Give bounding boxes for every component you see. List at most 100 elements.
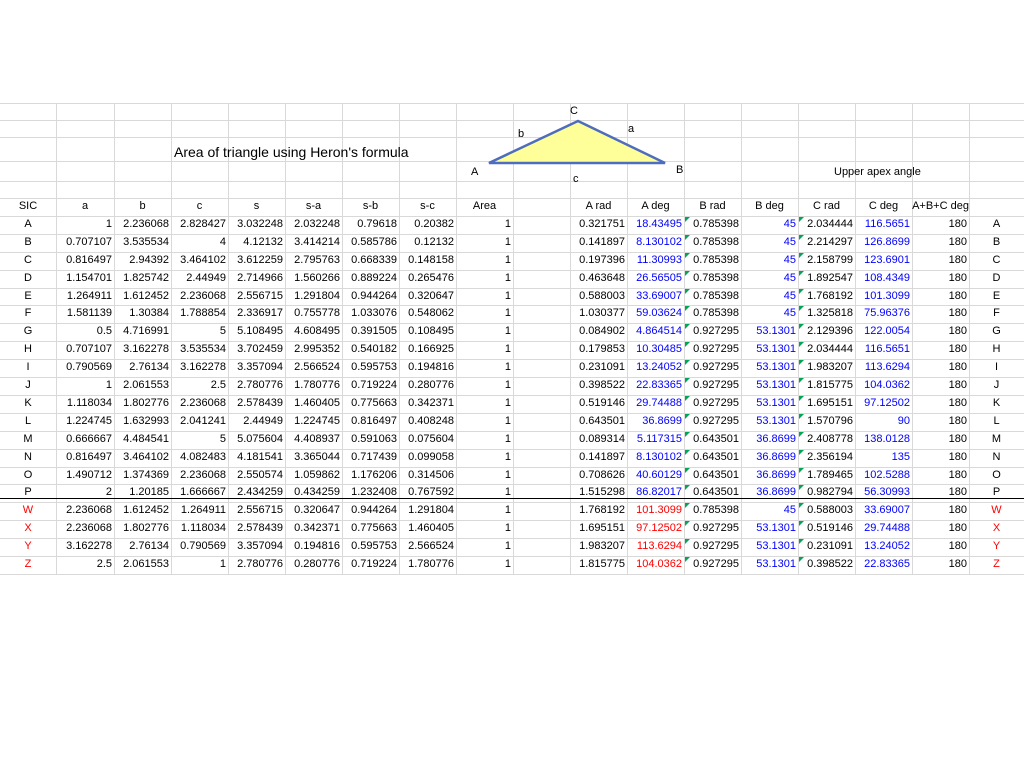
column-header-cell[interactable]: C rad xyxy=(798,198,855,215)
value-cell[interactable]: 0.927295 xyxy=(684,413,741,430)
row-label-cell[interactable]: K xyxy=(969,395,1024,412)
angle-deg-cell[interactable]: 102.5288 xyxy=(855,467,912,484)
value-cell[interactable]: 0.643501 xyxy=(684,467,741,484)
value-cell[interactable]: 4 xyxy=(171,234,228,251)
value-cell[interactable]: 1.264911 xyxy=(56,288,114,305)
value-cell[interactable]: 2.76134 xyxy=(114,538,171,555)
angle-deg-cell[interactable]: 75.96376 xyxy=(855,305,912,322)
value-cell[interactable]: 0.790569 xyxy=(56,359,114,376)
value-cell[interactable]: 2.94392 xyxy=(114,252,171,269)
row-label-cell[interactable]: J xyxy=(969,377,1024,394)
column-header-cell[interactable]: B rad xyxy=(684,198,741,215)
angle-deg-cell[interactable]: 116.5651 xyxy=(855,341,912,358)
value-cell[interactable]: 0.927295 xyxy=(684,377,741,394)
value-cell[interactable]: 0.280776 xyxy=(399,377,456,394)
angle-deg-cell[interactable]: 29.74488 xyxy=(855,520,912,537)
value-cell[interactable]: 0.643501 xyxy=(684,449,741,466)
row-label-cell[interactable]: L xyxy=(0,413,56,430)
value-cell[interactable]: 0.548062 xyxy=(399,305,456,322)
angle-deg-cell[interactable]: 29.74488 xyxy=(627,395,684,412)
value-cell[interactable]: 180 xyxy=(912,377,969,394)
value-cell[interactable]: 0.717439 xyxy=(342,449,399,466)
value-cell[interactable]: 180 xyxy=(912,520,969,537)
value-cell[interactable]: 0.20382 xyxy=(399,216,456,233)
value-cell[interactable]: 0.707107 xyxy=(56,341,114,358)
value-cell[interactable]: 180 xyxy=(912,395,969,412)
row-label-cell[interactable]: A xyxy=(969,216,1024,233)
value-cell[interactable]: 0.519146 xyxy=(798,520,855,537)
value-cell[interactable]: 2.214297 xyxy=(798,234,855,251)
row-label-cell[interactable]: E xyxy=(0,288,56,305)
value-cell[interactable]: 0.785398 xyxy=(684,216,741,233)
value-cell[interactable]: 0.141897 xyxy=(570,234,627,251)
value-cell[interactable]: 0.075604 xyxy=(399,431,456,448)
row-label-cell[interactable]: N xyxy=(969,449,1024,466)
angle-deg-cell[interactable]: 97.12502 xyxy=(855,395,912,412)
value-cell[interactable]: 2.828427 xyxy=(171,216,228,233)
column-header-cell[interactable] xyxy=(969,198,1024,215)
value-cell[interactable]: 1.033076 xyxy=(342,305,399,322)
column-header-cell[interactable]: A rad xyxy=(570,198,627,215)
value-cell[interactable]: 0.12132 xyxy=(399,234,456,251)
column-header-cell[interactable]: B deg xyxy=(741,198,798,215)
value-cell[interactable]: 1.780776 xyxy=(285,377,342,394)
angle-deg-cell[interactable]: 5.117315 xyxy=(627,431,684,448)
column-header-cell[interactable]: b xyxy=(114,198,171,215)
value-cell[interactable]: 0.391505 xyxy=(342,323,399,340)
angle-deg-cell[interactable]: 45 xyxy=(741,216,798,233)
value-cell[interactable]: 0.194816 xyxy=(285,538,342,555)
value-cell[interactable]: 1.325818 xyxy=(798,305,855,322)
value-cell[interactable]: 0.719224 xyxy=(342,556,399,573)
value-cell[interactable]: 2.034444 xyxy=(798,341,855,358)
value-cell[interactable]: 180 xyxy=(912,502,969,519)
value-cell[interactable]: 0.927295 xyxy=(684,341,741,358)
value-cell[interactable]: 0.585786 xyxy=(342,234,399,251)
row-label-cell[interactable]: Z xyxy=(0,556,56,573)
value-cell[interactable]: 180 xyxy=(912,431,969,448)
value-cell[interactable]: 180 xyxy=(912,216,969,233)
value-cell[interactable]: 2.566524 xyxy=(285,359,342,376)
angle-deg-cell[interactable]: 4.864514 xyxy=(627,323,684,340)
angle-deg-cell[interactable]: 36.8699 xyxy=(741,467,798,484)
value-cell[interactable]: 0.588003 xyxy=(798,502,855,519)
value-cell[interactable]: 0.927295 xyxy=(684,395,741,412)
value-cell[interactable]: 2.780776 xyxy=(228,556,285,573)
angle-deg-cell[interactable]: 45 xyxy=(741,305,798,322)
value-cell[interactable]: 180 xyxy=(912,341,969,358)
value-cell[interactable]: 0.944264 xyxy=(342,502,399,519)
value-cell[interactable]: 0.785398 xyxy=(684,305,741,322)
value-cell[interactable]: 0.194816 xyxy=(399,359,456,376)
value-cell[interactable]: 1.560266 xyxy=(285,270,342,287)
row-label-cell[interactable]: M xyxy=(0,431,56,448)
value-cell[interactable]: 1.695151 xyxy=(798,395,855,412)
value-cell[interactable]: 180 xyxy=(912,467,969,484)
value-cell[interactable]: 0.099058 xyxy=(399,449,456,466)
angle-deg-cell[interactable]: 113.6294 xyxy=(627,538,684,555)
value-cell[interactable]: 1.789465 xyxy=(798,467,855,484)
row-label-cell[interactable]: C xyxy=(0,252,56,269)
value-cell[interactable]: 2.795763 xyxy=(285,252,342,269)
value-cell[interactable]: 5.108495 xyxy=(228,323,285,340)
row-label-cell[interactable]: O xyxy=(0,467,56,484)
value-cell[interactable]: 1.224745 xyxy=(285,413,342,430)
row-label-cell[interactable]: I xyxy=(0,359,56,376)
value-cell[interactable]: 1.983207 xyxy=(570,538,627,555)
value-cell[interactable]: 1 xyxy=(456,449,513,466)
column-header-cell[interactable]: s-c xyxy=(399,198,456,215)
value-cell[interactable]: 1.802776 xyxy=(114,395,171,412)
column-header-cell[interactable]: c xyxy=(171,198,228,215)
angle-deg-cell[interactable]: 45 xyxy=(741,288,798,305)
value-cell[interactable]: 5.075604 xyxy=(228,431,285,448)
value-cell[interactable]: 180 xyxy=(912,305,969,322)
value-cell[interactable]: 4.181541 xyxy=(228,449,285,466)
value-cell[interactable]: 0.595753 xyxy=(342,538,399,555)
value-cell[interactable]: 0.755778 xyxy=(285,305,342,322)
value-cell[interactable]: 0.463648 xyxy=(570,270,627,287)
angle-deg-cell[interactable]: 135 xyxy=(855,449,912,466)
value-cell[interactable]: 0.719224 xyxy=(342,377,399,394)
value-cell[interactable]: 1.460405 xyxy=(285,395,342,412)
value-cell[interactable]: 0.320647 xyxy=(285,502,342,519)
angle-deg-cell[interactable]: 8.130102 xyxy=(627,449,684,466)
value-cell[interactable]: 2.236068 xyxy=(171,467,228,484)
value-cell[interactable]: 4.12132 xyxy=(228,234,285,251)
